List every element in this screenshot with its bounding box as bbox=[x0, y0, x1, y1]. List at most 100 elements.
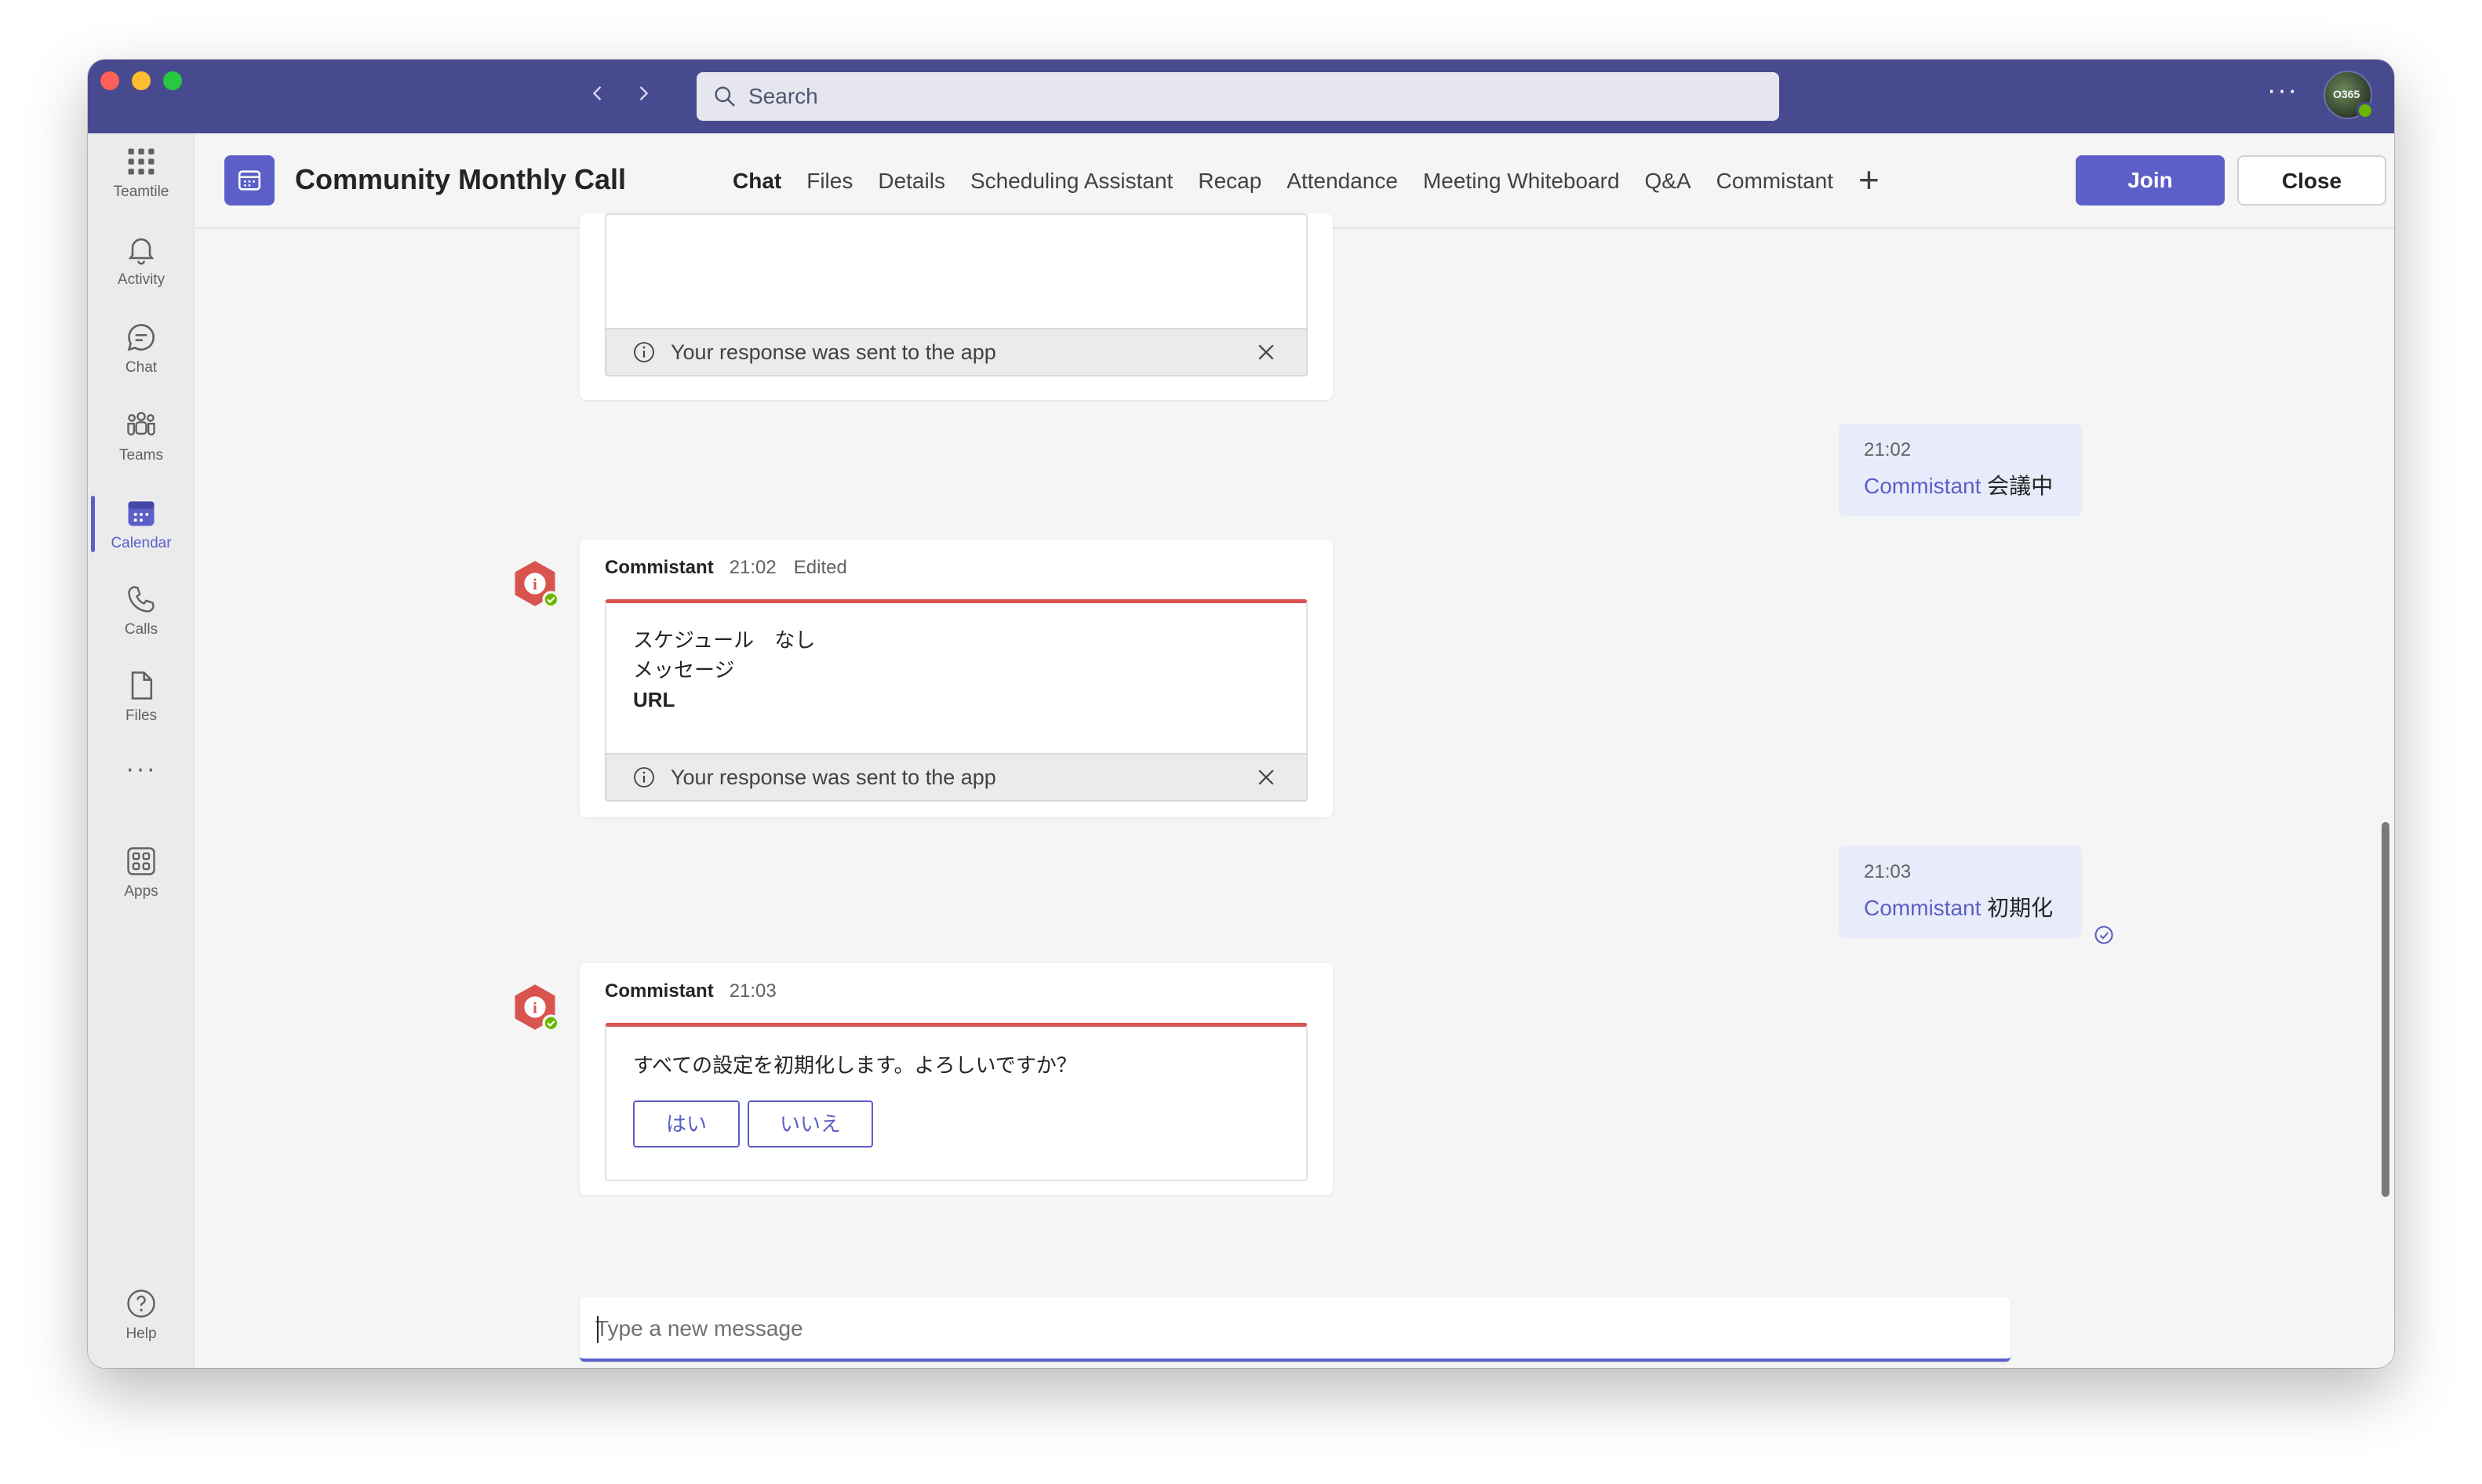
file-icon bbox=[131, 671, 153, 700]
profile-avatar[interactable]: O365 bbox=[2324, 71, 2374, 119]
rail-label: Calls bbox=[124, 621, 158, 638]
row-value: なし bbox=[774, 628, 816, 652]
waffle-icon bbox=[128, 148, 155, 175]
sender-name: Commistant bbox=[605, 557, 714, 578]
rail-label: Teams bbox=[119, 447, 163, 464]
yes-button[interactable]: はい bbox=[633, 1100, 740, 1148]
adaptive-card: すべての設定を初期化します。よろしいですか？ はい いいえ bbox=[605, 1023, 1308, 1181]
response-sent-banner: Your response was sent to the app bbox=[605, 753, 1308, 802]
rail-item-teams[interactable]: Teams bbox=[88, 397, 195, 475]
tab-meeting-whiteboard[interactable]: Meeting Whiteboard bbox=[1423, 133, 1620, 229]
rail-label: Help bbox=[126, 1326, 157, 1342]
response-sent-banner: Your response was sent to the app bbox=[605, 328, 1308, 376]
rail-label: Calendar bbox=[111, 535, 172, 551]
read-receipt-icon bbox=[2094, 926, 2113, 944]
message-text: Commistant 初期化 bbox=[1864, 891, 2057, 922]
no-button[interactable]: いいえ bbox=[748, 1100, 873, 1148]
rail-more-icon[interactable]: ··· bbox=[88, 729, 195, 808]
my-message-bubble: 21:03 Commistant 初期化 bbox=[1839, 846, 2082, 938]
search-bar[interactable]: Search bbox=[697, 72, 1779, 121]
rail-item-calls[interactable]: Calls bbox=[88, 571, 195, 649]
avatar-text: O365 bbox=[2333, 88, 2360, 100]
bot-message-card: Commistant 21:02 Edited スケジュール なし メッセージ UR… bbox=[580, 540, 1333, 817]
mention-commistant[interactable]: Commistant bbox=[1864, 896, 1981, 920]
rail-label: Apps bbox=[124, 883, 158, 900]
message-time: 21:02 bbox=[1864, 439, 1912, 460]
chat-icon bbox=[127, 324, 155, 351]
help-icon bbox=[127, 1289, 155, 1318]
response-sent-text: Your response was sent to the app bbox=[671, 765, 996, 789]
chat-pane: Your response was sent to the app 21:02 … bbox=[195, 213, 2394, 1368]
message-header: Commistant 21:03 bbox=[605, 980, 777, 1002]
card-body: すべての設定を初期化します。よろしいですか？ はい いいえ bbox=[606, 1027, 1306, 1169]
chat-scrollbar[interactable] bbox=[2382, 822, 2389, 1197]
title-bar: Search ··· O365 bbox=[88, 60, 2394, 133]
card-body: スケジュール なし メッセージ URL bbox=[606, 603, 1306, 737]
rail-item-help[interactable]: Help bbox=[88, 1275, 195, 1354]
rail-item-calendar[interactable]: Calendar bbox=[88, 485, 195, 563]
message-body: 会議中 bbox=[1981, 474, 2054, 498]
card-row-schedule: スケジュール なし bbox=[633, 625, 1279, 655]
message-time: 21:03 bbox=[1864, 861, 1912, 882]
calendar-icon bbox=[128, 501, 155, 526]
bell-icon bbox=[128, 238, 155, 265]
row-label: URL bbox=[633, 688, 675, 711]
meeting-calendar-icon bbox=[224, 155, 275, 206]
forward-arrow-icon[interactable] bbox=[628, 80, 659, 111]
card-row-url: URL bbox=[633, 685, 1279, 715]
rail-item-teamtile[interactable]: Teamtile bbox=[88, 133, 195, 212]
adaptive-card: Your response was sent to the app bbox=[605, 213, 1308, 376]
compose-box[interactable] bbox=[580, 1297, 2011, 1362]
search-placeholder: Search bbox=[748, 84, 818, 108]
commistant-bot-avatar[interactable]: i bbox=[508, 980, 562, 1034]
join-button[interactable]: Join bbox=[2076, 155, 2225, 206]
rail-label: Chat bbox=[125, 359, 158, 376]
rail-label: Activity bbox=[117, 271, 166, 288]
rail-item-apps[interactable]: Apps bbox=[88, 833, 195, 911]
minimize-window-button[interactable] bbox=[132, 71, 151, 90]
text-caret bbox=[597, 1316, 599, 1343]
rail-item-files[interactable]: Files bbox=[88, 657, 195, 736]
confirm-prompt: すべての設定を初期化します。よろしいですか？ bbox=[633, 1053, 1077, 1077]
add-tab-icon[interactable]: + bbox=[1858, 133, 1880, 229]
edited-label: Edited bbox=[793, 557, 847, 578]
response-sent-text: Your response was sent to the app bbox=[671, 340, 996, 364]
mention-commistant[interactable]: Commistant bbox=[1864, 474, 1981, 498]
apps-icon bbox=[127, 847, 155, 875]
my-message-bubble: 21:02 Commistant 会議中 bbox=[1839, 424, 2082, 516]
dismiss-icon[interactable] bbox=[1254, 766, 1278, 789]
message-time: 21:03 bbox=[729, 980, 777, 1002]
rail-label: Teamtile bbox=[113, 184, 169, 200]
more-options-icon[interactable]: ··· bbox=[2267, 75, 2298, 106]
close-window-button[interactable] bbox=[100, 71, 119, 90]
search-icon bbox=[715, 86, 735, 107]
teams-window: Search ··· O365 Teamtile Activity Chat T… bbox=[88, 60, 2394, 1368]
rail-label: Files bbox=[125, 707, 158, 724]
message-time: 21:02 bbox=[729, 557, 777, 578]
choice-buttons: はい いいえ bbox=[633, 1100, 1279, 1148]
tab-commistant[interactable]: Commistant bbox=[1716, 133, 1833, 229]
phone-icon bbox=[128, 586, 155, 613]
commistant-bot-avatar[interactable]: i bbox=[508, 557, 562, 610]
meeting-title: Community Monthly Call bbox=[295, 163, 626, 195]
info-icon bbox=[634, 342, 654, 362]
dismiss-icon[interactable] bbox=[1254, 340, 1278, 364]
presence-available-icon bbox=[2356, 102, 2374, 119]
rail-item-activity[interactable]: Activity bbox=[88, 221, 195, 300]
svg-text:i: i bbox=[533, 577, 537, 594]
adaptive-card: スケジュール なし メッセージ URL Your response was se… bbox=[605, 599, 1308, 802]
app-rail: Teamtile Activity Chat Teams Calendar Ca… bbox=[88, 133, 195, 1368]
close-button[interactable]: Close bbox=[2237, 155, 2386, 206]
svg-text:i: i bbox=[533, 1000, 537, 1017]
rail-item-chat[interactable]: Chat bbox=[88, 309, 195, 387]
message-body: 初期化 bbox=[1981, 896, 2054, 920]
teams-icon bbox=[127, 412, 155, 436]
sender-name: Commistant bbox=[605, 980, 714, 1002]
card-row-message: メッセージ bbox=[633, 655, 1279, 685]
message-input[interactable] bbox=[595, 1308, 1992, 1349]
zoom-window-button[interactable] bbox=[163, 71, 182, 90]
row-label: スケジュール bbox=[633, 628, 755, 652]
tab-qa[interactable]: Q&A bbox=[1645, 133, 1691, 229]
back-arrow-icon[interactable] bbox=[582, 80, 613, 111]
info-icon bbox=[634, 767, 654, 787]
